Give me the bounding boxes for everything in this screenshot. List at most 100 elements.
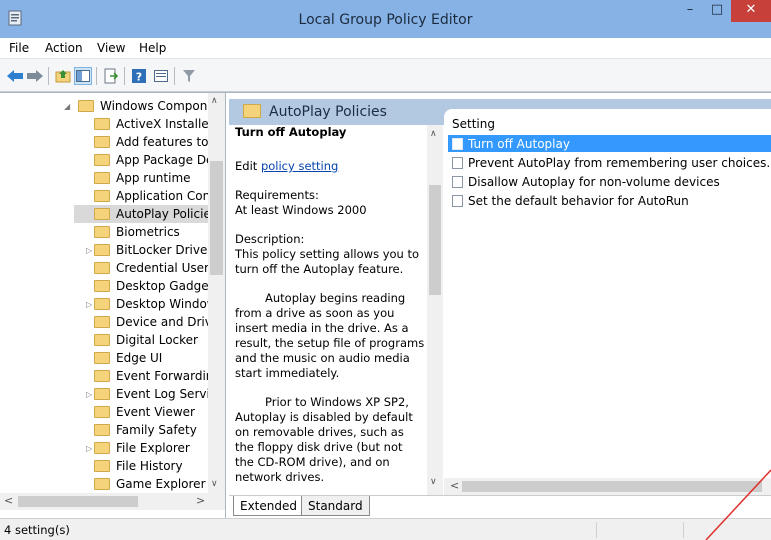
tree-item-label: AutoPlay Policie (116, 207, 211, 221)
folder-icon (94, 190, 110, 202)
column-header-setting[interactable]: Setting (452, 117, 495, 131)
edit-prefix: Edit (235, 159, 261, 173)
folder-icon (94, 136, 110, 148)
tree-vertical-scrollbar[interactable]: ∧ ∨ (208, 93, 225, 493)
tree-item[interactable]: Event Viewer (74, 403, 195, 421)
tab-extended[interactable]: Extended (233, 496, 304, 516)
setting-row[interactable]: Prevent AutoPlay from remembering user c… (448, 154, 771, 171)
tree-item[interactable]: Device and Drive (74, 313, 219, 331)
svg-text:?: ? (136, 71, 142, 84)
folder-icon (94, 154, 110, 166)
folder-icon (94, 442, 110, 454)
tree-item[interactable]: ▷ Event Log Servic (86, 385, 216, 403)
policy-setting-icon (452, 137, 463, 150)
details-pane: AutoPlay Policies Turn off Autoplay Edit… (229, 93, 771, 519)
show-hide-tree-icon[interactable] (74, 67, 92, 85)
status-divider (683, 522, 684, 538)
setting-row-label: Disallow Autoplay for non-volume devices (468, 174, 720, 189)
folder-icon (94, 478, 110, 490)
tree-expander-icon[interactable]: ▷ (86, 390, 94, 399)
tree-item[interactable]: ActiveX Installer (74, 115, 214, 133)
tree-item[interactable]: Add features to \ (74, 133, 216, 151)
scroll-down-arrow-icon[interactable]: ∨ (430, 477, 437, 487)
tree-item[interactable]: Biometrics (74, 223, 180, 241)
tree-item[interactable]: Digital Locker (74, 331, 198, 349)
scroll-left-arrow-icon[interactable]: < (4, 494, 13, 507)
tree-item[interactable]: Credential User I (74, 259, 216, 277)
tree-item-label: Event Log Servic (116, 387, 217, 401)
setting-row[interactable]: Turn off Autoplay (448, 135, 771, 152)
navigation-tree[interactable]: ◢ Windows Compone ActiveX Installer Add fea… (0, 93, 226, 519)
policy-setting-icon (452, 175, 463, 188)
scroll-right-arrow-icon[interactable]: > (196, 494, 205, 507)
tree-item-label: Device and Drive (116, 315, 220, 329)
folder-icon (94, 460, 110, 472)
scroll-up-arrow-icon[interactable]: ∧ (430, 129, 437, 139)
tree-item[interactable]: ▷ File Explorer (86, 439, 190, 457)
toolbar-separator (124, 67, 125, 85)
scroll-up-arrow-icon[interactable]: ∧ (211, 96, 218, 106)
edit-policy-setting-link[interactable]: policy setting (261, 159, 338, 173)
tree-item[interactable]: Desktop Gadget (74, 277, 213, 295)
back-arrow-icon[interactable] (6, 67, 24, 85)
folder-icon (94, 424, 110, 436)
tree-item-label: ActiveX Installer (116, 117, 214, 131)
description-paragraph-2: Autoplay begins reading from a drive as … (235, 291, 425, 380)
tree-expander-icon[interactable]: ◢ (64, 102, 78, 111)
tree-item-label: File History (116, 459, 183, 473)
tree-item[interactable]: App Package De (74, 151, 213, 169)
description-paragraph-3: Prior to Windows XP SP2, Autoplay is dis… (235, 395, 413, 484)
settings-list[interactable]: Setting Turn off Autoplay Prevent AutoPla… (444, 109, 771, 495)
tree-item-label: Family Safety (116, 423, 197, 437)
export-list-icon[interactable] (102, 67, 120, 85)
tree-item-label: Edge UI (116, 351, 163, 365)
tree-item[interactable]: Application Con (74, 187, 210, 205)
filter-icon[interactable] (180, 67, 198, 85)
tab-standard[interactable]: Standard (301, 496, 370, 516)
menu-help[interactable]: Help (139, 41, 166, 55)
maximize-button[interactable]: □ (704, 0, 730, 22)
list-hscroll-thumb[interactable] (462, 481, 762, 492)
view-tabs: Extended Standard (229, 495, 771, 519)
tree-item-label: File Explorer (116, 441, 190, 455)
menu-action[interactable]: Action (45, 41, 83, 55)
tree-expander-icon[interactable]: ▷ (86, 444, 94, 453)
list-horizontal-scrollbar[interactable]: < (444, 478, 771, 495)
forward-arrow-icon[interactable] (26, 67, 44, 85)
tree-expander-icon[interactable]: ▷ (86, 300, 94, 309)
up-folder-icon[interactable] (54, 67, 72, 85)
close-button[interactable]: ✕ (731, 0, 771, 22)
tree-scroll-thumb[interactable] (210, 161, 223, 275)
tree-item[interactable]: AutoPlay Policie (74, 205, 211, 223)
status-divider (596, 522, 597, 538)
setting-row[interactable]: Set the default behavior for AutoRun (448, 192, 771, 209)
tree-item[interactable]: App runtime (74, 169, 191, 187)
tree-horizontal-scrollbar[interactable]: < > (0, 493, 225, 510)
folder-icon (94, 244, 110, 256)
description-scroll-thumb[interactable] (429, 185, 441, 295)
scroll-left-arrow-icon[interactable]: < (450, 479, 459, 492)
scroll-down-arrow-icon[interactable]: ∨ (211, 479, 218, 489)
help-icon[interactable]: ? (130, 67, 148, 85)
menu-file[interactable]: File (9, 41, 29, 55)
setting-row-label: Set the default behavior for AutoRun (468, 193, 689, 208)
tree-item[interactable]: Family Safety (74, 421, 197, 439)
tree-item-label: Desktop Window (116, 297, 217, 311)
tree-item[interactable]: Event Forwardin (74, 367, 213, 385)
tree-item[interactable]: Edge UI (74, 349, 162, 367)
setting-row[interactable]: Disallow Autoplay for non-volume devices (448, 173, 771, 190)
tree-item[interactable]: ▷ Desktop Window (86, 295, 217, 313)
title-bar[interactable]: Local Group Policy Editor – □ ✕ (0, 0, 771, 38)
properties-icon[interactable] (152, 67, 170, 85)
description-scrollbar[interactable]: ∧ ∨ (427, 125, 443, 495)
tree-item[interactable]: ◢ Windows Compone (64, 97, 215, 115)
minimize-button[interactable]: – (676, 0, 704, 22)
tree-item-label: BitLocker Drive E (116, 243, 219, 257)
menu-bar: File Action View Help (0, 38, 771, 58)
menu-view[interactable]: View (97, 41, 125, 55)
tree-item[interactable]: File History (74, 457, 183, 475)
tree-hscroll-thumb[interactable] (18, 496, 138, 507)
tree-expander-icon[interactable]: ▷ (86, 246, 94, 255)
tree-item[interactable]: Game Explorer (74, 475, 206, 493)
tree-item[interactable]: ▷ BitLocker Drive E (86, 241, 219, 259)
